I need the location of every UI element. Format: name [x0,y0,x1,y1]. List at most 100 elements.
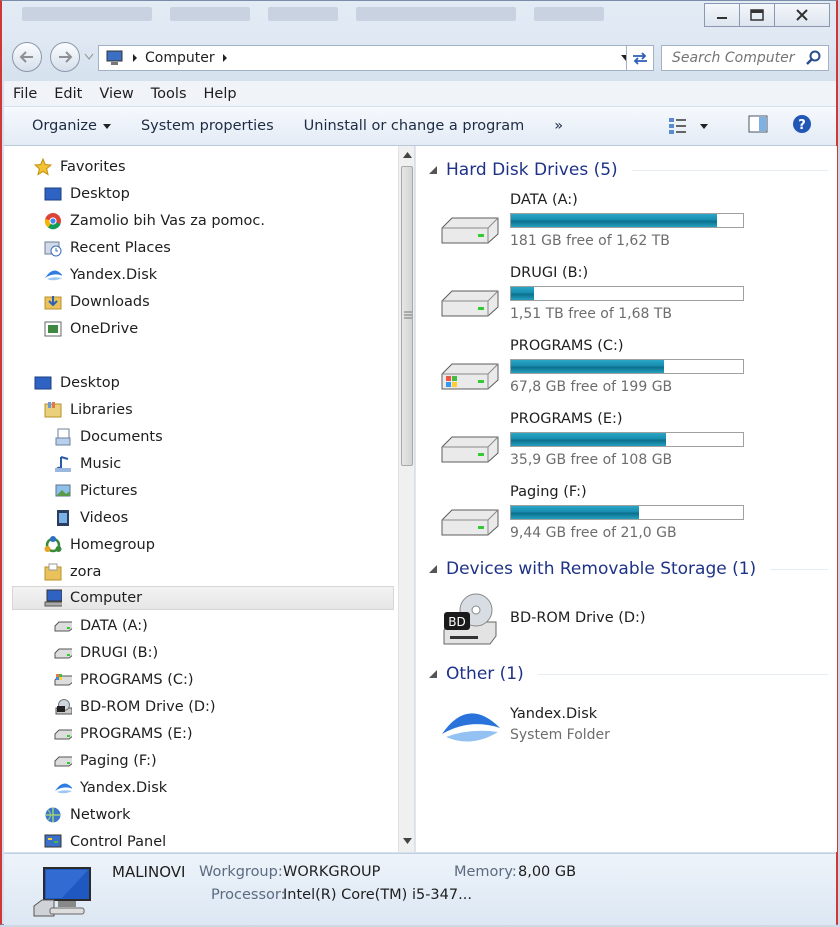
drive-name: Paging (F:) [510,484,587,500]
help-icon: ? [793,115,811,133]
memory-label: Memory: [454,864,517,880]
nav-library-music[interactable]: Music [54,452,121,476]
explorer-window: Computer File Edit View Tools Help Organ… [0,0,838,925]
drive-free-space: 9,44 GB free of 21,0 GB [510,525,677,541]
bd-rom-drive-icon: BD [443,593,497,645]
preview-pane-button[interactable] [748,115,768,137]
nav-computer[interactable]: Computer [12,586,394,610]
desktop-icon [34,376,52,390]
search-input[interactable] [670,49,804,67]
search-box[interactable] [661,45,829,71]
menu-edit[interactable]: Edit [45,86,90,102]
menu-bar: File Edit View Tools Help [4,81,836,106]
nav-favorites-onedrive[interactable]: OneDrive [44,317,138,341]
drive-tile[interactable]: Paging (F:) 9,44 GB free of 21,0 GB [440,484,830,548]
change-view-button[interactable] [668,117,708,135]
pictures-icon [55,484,71,497]
dropdown-caret-icon [102,123,111,129]
nav-library-pictures[interactable]: Pictures [54,479,137,503]
drive-tile[interactable]: PROGRAMS (E:) 35,9 GB free of 108 GB [440,411,830,475]
drive-tile[interactable]: DRUGI (B:) 1,51 TB free of 1,68 TB [440,265,830,329]
drive-usage-bar [510,432,744,447]
nav-libraries[interactable]: Libraries [44,398,133,422]
back-button[interactable] [12,42,42,72]
downloads-folder-icon [44,296,62,310]
drive-free-space: 35,9 GB free of 108 GB [510,452,673,468]
scroll-down-icon[interactable] [403,838,412,844]
nav-library-documents[interactable]: Documents [54,425,163,449]
forward-button[interactable] [50,42,80,72]
nav-favorites-chrome-link[interactable]: Zamolio bih Vas za pomoc. [44,209,265,233]
system-properties-button[interactable]: System properties [126,118,289,134]
other-yandex-disk[interactable]: Yandex.Disk System Folder [440,704,830,768]
nav-drive-a[interactable]: DATA (A:) [54,614,148,638]
scroll-up-icon[interactable] [403,152,412,158]
nav-favorites-yandex-disk[interactable]: Yandex.Disk [44,263,157,287]
nav-desktop[interactable]: Desktop [34,371,120,395]
drive-free-space: 67,8 GB free of 199 GB [510,379,673,395]
collapse-triangle-icon[interactable] [428,669,438,679]
nav-drive-b[interactable]: DRUGI (B:) [54,641,158,665]
group-hard-disk-drives[interactable]: Hard Disk Drives (5) [428,160,828,180]
collapse-triangle-icon[interactable] [428,564,438,574]
removable-drive-bd-rom[interactable]: BD BD-ROM Drive (D:) [440,592,830,656]
drive-tile[interactable]: PROGRAMS (C:) 67,8 GB free of 199 GB [440,338,830,402]
network-icon [45,807,61,823]
other-item-type: System Folder [510,727,610,743]
group-other[interactable]: Other (1) [428,664,828,684]
desktop-icon [44,187,62,201]
group-removable-storage[interactable]: Devices with Removable Storage (1) [428,559,828,579]
close-button[interactable] [774,3,830,27]
minimize-button[interactable] [704,3,740,27]
drive-usage-fill [511,433,667,446]
organize-button[interactable]: Organize [4,118,126,134]
drive-usage-bar [510,359,744,374]
hard-drive-icon [441,217,499,244]
svg-text:?: ? [798,118,806,133]
refresh-button[interactable] [626,45,654,71]
search-icon[interactable] [806,50,822,66]
uninstall-program-button[interactable]: Uninstall or change a program [289,118,540,134]
hard-drive-icon [441,290,499,317]
nav-favorites-desktop[interactable]: Desktop [44,182,130,206]
nav-scrollbar[interactable] [398,146,414,852]
menu-tools[interactable]: Tools [142,86,195,102]
nav-drive-d[interactable]: BD-ROM Drive (D:) [54,695,216,719]
nav-control-panel[interactable]: Control Panel [44,830,166,852]
user-folder-icon [44,563,62,581]
chrome-icon [44,213,61,230]
drive-free-space: 1,51 TB free of 1,68 TB [510,306,673,322]
drive-name: PROGRAMS (E:) [510,411,623,427]
nav-favorites-recent-places[interactable]: Recent Places [44,236,171,260]
menu-file[interactable]: File [4,86,45,102]
nav-favorites-downloads[interactable]: Downloads [44,290,150,314]
drive-usage-bar [510,286,744,301]
breadcrumb-arrow-icon[interactable] [222,53,228,63]
computer-icon [44,589,62,607]
nav-user-folder-zora[interactable]: zora [44,560,101,584]
drive-usage-fill [511,214,718,227]
nav-favorites[interactable]: Favorites [34,155,126,179]
nav-library-videos[interactable]: Videos [54,506,128,530]
nav-yandex-disk[interactable]: Yandex.Disk [54,776,167,800]
drive-tile[interactable]: DATA (A:) 181 GB free of 1,62 TB [440,192,830,256]
collapse-triangle-icon[interactable] [428,165,438,175]
breadcrumb-arrow-icon[interactable] [132,53,138,63]
preview-pane-icon [748,115,768,133]
recent-pages-chevron-icon[interactable] [84,53,94,61]
nav-drive-c[interactable]: PROGRAMS (C:) [54,668,194,692]
background-taskbar-ghost [22,7,692,27]
more-commands-button[interactable]: » [539,118,578,134]
breadcrumb-computer[interactable]: Computer [145,50,215,66]
nav-drive-f[interactable]: Paging (F:) [54,749,157,773]
menu-view[interactable]: View [90,86,141,102]
address-bar[interactable]: Computer [98,45,636,71]
menu-help[interactable]: Help [195,86,245,102]
nav-homegroup[interactable]: Homegroup [44,533,155,557]
nav-drive-e[interactable]: PROGRAMS (E:) [54,722,193,746]
scroll-thumb[interactable] [401,166,413,466]
nav-network[interactable]: Network [44,803,131,827]
help-button[interactable]: ? [792,114,812,138]
maximize-button[interactable] [739,3,775,27]
back-arrow-icon [19,51,33,63]
